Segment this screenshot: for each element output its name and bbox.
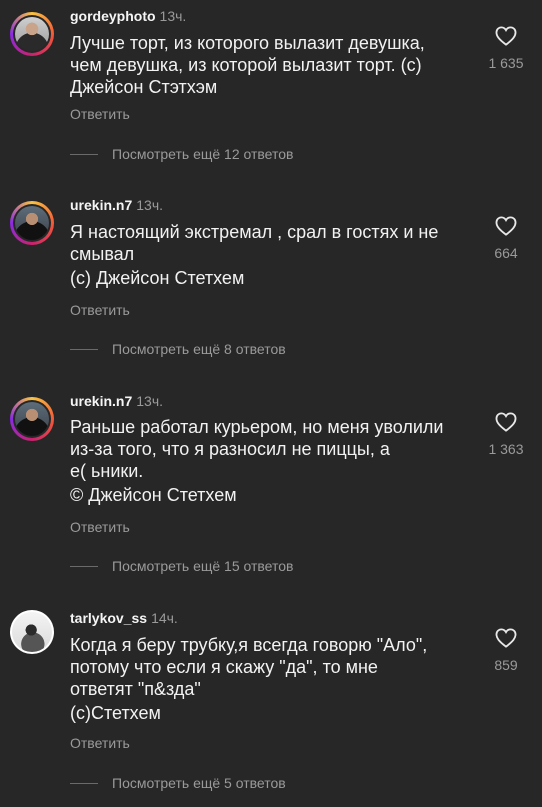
comment-meta: urekin.n7 13ч. — [70, 197, 163, 213]
comment-meta: gordeyphoto 13ч. — [70, 8, 186, 24]
avatar[interactable] — [10, 12, 54, 56]
username[interactable]: urekin.n7 — [70, 197, 132, 213]
comment-text: Лучше торт, из которого вылазит девушка,… — [70, 32, 475, 98]
avatar[interactable] — [10, 610, 54, 654]
reply-button[interactable]: Ответить — [70, 302, 130, 318]
comment-text-line: е( ьники. — [70, 461, 144, 481]
comment-meta: tarlykov_ss 14ч. — [70, 610, 178, 626]
comment-meta: urekin.n7 13ч. — [70, 393, 163, 409]
comment-text-line: Джейсон Стэтхэм — [70, 77, 218, 97]
comment-text-line: потому что если я скажу "да", то мне — [70, 657, 378, 677]
like-count: 859 — [494, 657, 518, 673]
heart-outline-icon — [495, 216, 517, 236]
username[interactable]: tarlykov_ss — [70, 610, 147, 626]
comment-text-line: Я настоящий экстремал , срал в гостях и … — [70, 222, 439, 242]
reply-button[interactable]: Ответить — [70, 106, 130, 122]
timestamp: 14ч. — [151, 610, 178, 626]
view-more-replies-label: Посмотреть ещё 5 ответов — [112, 775, 286, 791]
comment-text: Когда я беру трубку,я всегда говорю "Ало… — [70, 634, 475, 724]
view-more-replies-label: Посмотреть ещё 15 ответов — [112, 558, 294, 574]
divider — [70, 782, 98, 784]
comment-text-line: (с)Стетхем — [70, 703, 161, 723]
avatar-photo — [15, 206, 49, 240]
divider — [70, 348, 98, 350]
view-more-replies-label: Посмотреть ещё 8 ответов — [112, 341, 286, 357]
username[interactable]: gordeyphoto — [70, 8, 156, 24]
timestamp: 13ч. — [136, 197, 164, 213]
timestamp: 13ч. — [136, 393, 164, 409]
avatar-photo — [15, 402, 49, 436]
like-button[interactable]: 664 — [476, 216, 536, 261]
avatar-photo — [12, 612, 52, 652]
comment-text-line: смывал — [70, 244, 135, 264]
like-button[interactable]: 1 363 — [476, 412, 536, 457]
comment-text-line: (с) Джейсон Стетхем — [70, 268, 245, 288]
avatar-photo — [15, 17, 49, 51]
username[interactable]: urekin.n7 — [70, 393, 132, 409]
view-more-replies-label: Посмотреть ещё 12 ответов — [112, 146, 294, 162]
comment-text-line: из-за того, что я разносил не пиццы, а — [70, 439, 390, 459]
like-button[interactable]: 859 — [476, 628, 536, 673]
like-count: 664 — [494, 245, 518, 261]
comment-text-line: чем девушка, из которой вылазит торт. (с… — [70, 55, 422, 75]
avatar[interactable] — [10, 201, 54, 245]
like-count: 1 363 — [488, 441, 524, 457]
heart-outline-icon — [495, 412, 517, 432]
comment-text: Я настоящий экстремал , срал в гостях и … — [70, 221, 475, 289]
reply-button[interactable]: Ответить — [70, 735, 130, 751]
timestamp: 13ч. — [159, 8, 187, 24]
like-button[interactable]: 1 635 — [476, 26, 536, 71]
view-more-replies[interactable]: Посмотреть ещё 15 ответов — [70, 558, 293, 574]
view-more-replies[interactable]: Посмотреть ещё 12 ответов — [70, 146, 293, 162]
reply-button[interactable]: Ответить — [70, 519, 130, 535]
heart-outline-icon — [495, 628, 517, 648]
comment-text-line: ответят "п&зда" — [70, 679, 201, 699]
comment-text: Раньше работал курьером, но меня уволили… — [70, 416, 475, 506]
view-more-replies[interactable]: Посмотреть ещё 8 ответов — [70, 341, 286, 357]
avatar[interactable] — [10, 397, 54, 441]
divider — [70, 565, 98, 567]
like-count: 1 635 — [488, 55, 524, 71]
comment-text-line: Когда я беру трубку,я всегда говорю "Ало… — [70, 635, 428, 655]
view-more-replies[interactable]: Посмотреть ещё 5 ответов — [70, 775, 286, 791]
heart-outline-icon — [495, 26, 517, 46]
comment-text-line: Лучше торт, из которого вылазит девушка, — [70, 33, 425, 53]
comment-text-line: © Джейсон Стетхем — [70, 485, 237, 505]
comment-text-line: Раньше работал курьером, но меня уволили — [70, 417, 444, 437]
divider — [70, 153, 98, 155]
